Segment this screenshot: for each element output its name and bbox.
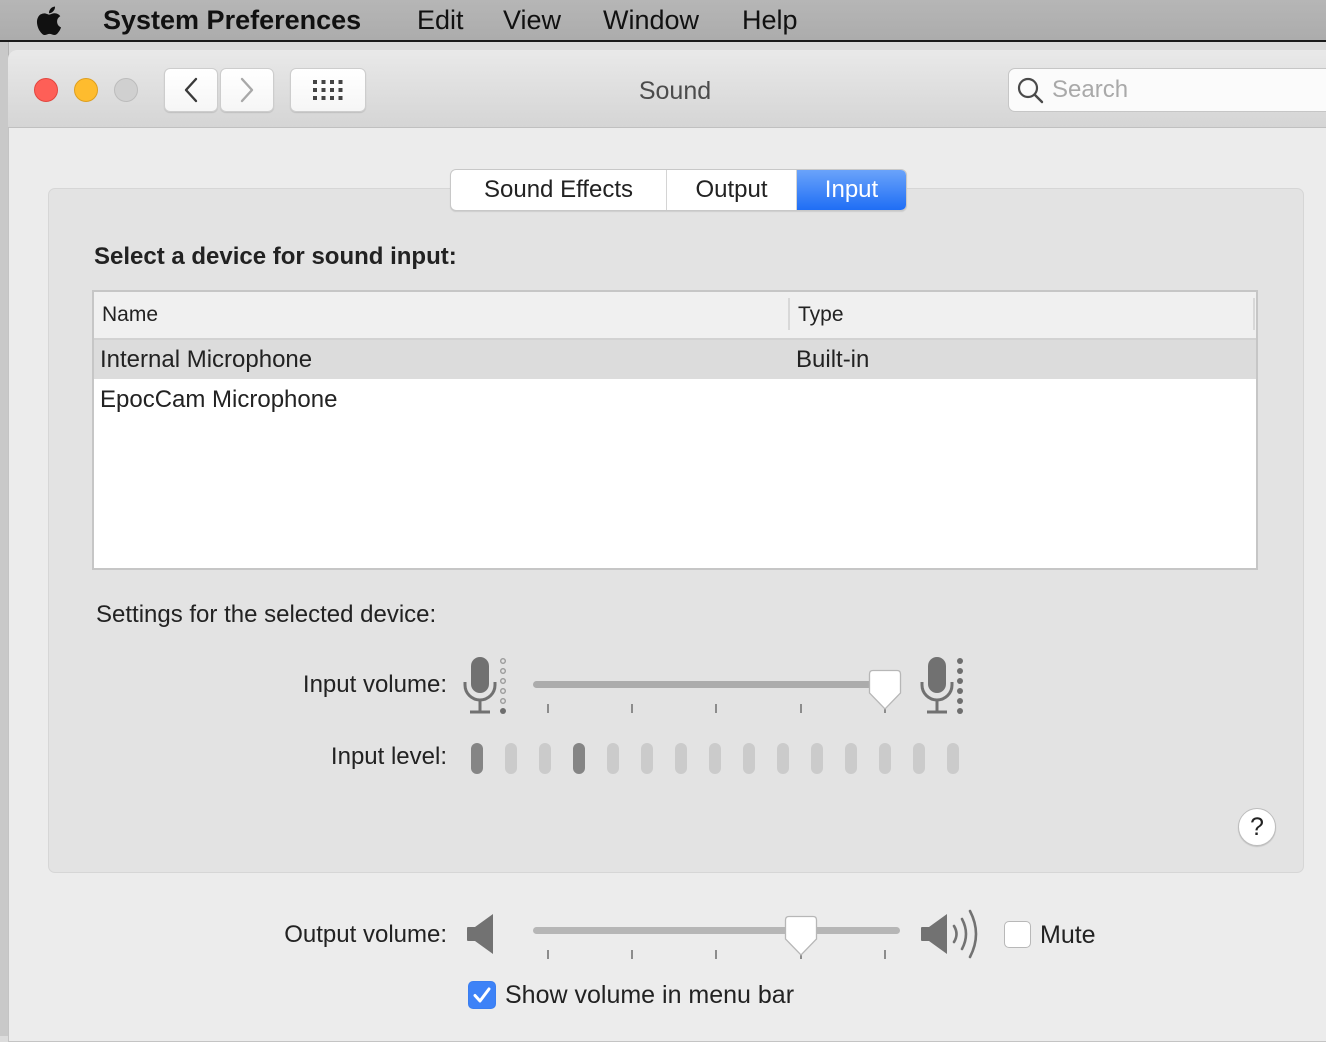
show-volume-label[interactable]: Show volume in menu bar [505, 979, 794, 1011]
mute-checkbox[interactable] [1004, 921, 1031, 948]
table-row[interactable]: Internal Microphone Built-in [94, 340, 1256, 379]
device-settings-heading: Settings for the selected device: [96, 601, 437, 628]
input-level-label: Input level: [330, 743, 447, 770]
speaker-high-icon [920, 908, 988, 965]
apple-menu-icon[interactable] [34, 2, 66, 36]
slider-tick [631, 704, 633, 713]
input-level-segment [913, 743, 925, 774]
grid-icon [313, 80, 343, 100]
input-level-segment [539, 743, 551, 774]
input-level-segment [709, 743, 721, 774]
minimize-window-button[interactable] [74, 78, 98, 102]
output-volume-label: Output volume: [284, 921, 447, 948]
menu-view[interactable]: View [503, 2, 561, 38]
tab-output[interactable]: Output [667, 170, 797, 210]
search-input[interactable] [1052, 71, 1312, 109]
slider-tick [547, 950, 549, 959]
slider-tick [884, 950, 886, 959]
input-level-segment [845, 743, 857, 774]
input-volume-label: Input volume: [302, 671, 447, 698]
tab-sound-effects[interactable]: Sound Effects [451, 170, 667, 210]
input-level-segment [675, 743, 687, 774]
forward-button[interactable] [220, 68, 274, 112]
slider-tick [715, 950, 717, 959]
input-level-segment [811, 743, 823, 774]
mute-label[interactable]: Mute [1040, 919, 1096, 951]
input-level-segment [505, 743, 517, 774]
slider-tick [547, 704, 549, 713]
menu-bar-divider [0, 40, 1326, 42]
column-divider [1253, 298, 1255, 330]
input-level-segment [573, 743, 585, 774]
menu-help[interactable]: Help [742, 2, 798, 38]
menu-app-name[interactable]: System Preferences [103, 2, 361, 38]
input-level-segment [607, 743, 619, 774]
input-level-segment [743, 743, 755, 774]
input-level-segment [641, 743, 653, 774]
input-volume-slider-thumb[interactable] [868, 669, 902, 711]
input-volume-track[interactable] [533, 681, 900, 688]
slider-tick [715, 704, 717, 713]
slider-tick [631, 950, 633, 959]
table-row[interactable]: EpocCam Microphone [94, 380, 1256, 419]
close-window-button[interactable] [34, 78, 58, 102]
back-button[interactable] [164, 68, 218, 112]
tab-input[interactable]: Input [797, 170, 906, 210]
tab-bar: Sound Effects Output Input [450, 169, 907, 211]
show-volume-checkbox[interactable] [468, 981, 496, 1009]
show-all-button[interactable] [290, 68, 366, 112]
device-type: Built-in [796, 346, 870, 373]
table-header [94, 292, 1256, 340]
chevron-right-icon [240, 77, 254, 103]
search-icon [1016, 76, 1046, 111]
window-title: Sound [638, 77, 712, 105]
input-level-segment [947, 743, 959, 774]
input-level-segment [471, 743, 483, 774]
menu-window[interactable]: Window [603, 2, 699, 38]
chevron-left-icon [184, 77, 198, 103]
device-list-heading: Select a device for sound input: [94, 243, 457, 270]
column-header-name[interactable]: Name [102, 300, 158, 330]
help-button[interactable]: ? [1238, 808, 1276, 846]
checkmark-icon [473, 987, 491, 1003]
column-header-type[interactable]: Type [798, 300, 844, 330]
input-level-segment [879, 743, 891, 774]
slider-tick [800, 704, 802, 713]
output-volume-track[interactable] [533, 927, 900, 934]
column-divider[interactable] [788, 298, 790, 330]
speaker-low-icon [466, 913, 496, 960]
microphone-high-icon [919, 656, 967, 721]
input-level-segment [777, 743, 789, 774]
menu-edit[interactable]: Edit [417, 2, 464, 38]
microphone-low-icon [462, 656, 510, 721]
output-volume-slider-thumb[interactable] [784, 915, 818, 957]
device-name: Internal Microphone [100, 346, 313, 373]
zoom-window-button [114, 78, 138, 102]
device-name: EpocCam Microphone [100, 386, 338, 413]
